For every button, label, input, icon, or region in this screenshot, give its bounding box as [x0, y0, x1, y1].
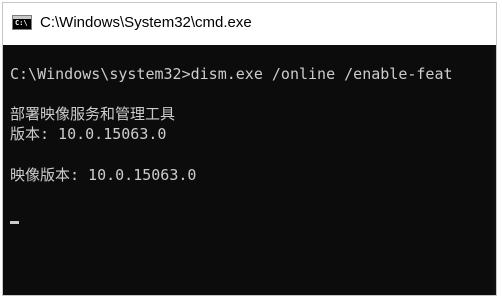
output-line-tool-name: 部署映像服务和管理工具 [10, 105, 176, 123]
scrollbar-edge[interactable] [493, 45, 496, 295]
console-output[interactable]: C:\Windows\system32>dism.exe /online /en… [3, 45, 496, 295]
cmd-window: C:\ C:\Windows\System32\cmd.exe C:\Windo… [2, 2, 497, 296]
output-line-image-version: 映像版本: 10.0.15063.0 [10, 166, 197, 184]
title-bar[interactable]: C:\ C:\Windows\System32\cmd.exe [3, 3, 496, 45]
output-line-version: 版本: 10.0.15063.0 [10, 125, 167, 143]
command-line: C:\Windows\system32>dism.exe /online /en… [10, 65, 453, 83]
text-cursor [10, 221, 19, 224]
cmd-console-icon[interactable]: C:\ [12, 15, 32, 30]
window-title: C:\Windows\System32\cmd.exe [40, 14, 252, 31]
icon-prompt-text: C:\ [15, 19, 28, 27]
